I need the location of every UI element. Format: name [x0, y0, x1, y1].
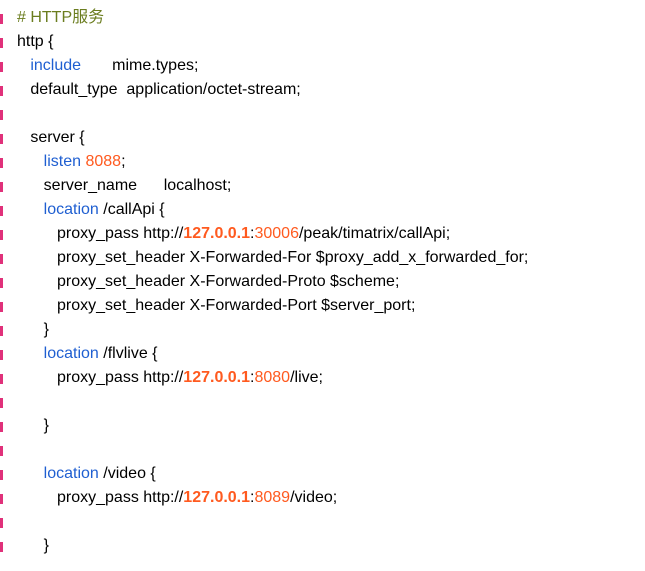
code-line: server { [17, 126, 528, 150]
gutter-marker [0, 542, 3, 552]
gutter-marker [0, 230, 3, 240]
code-line: http { [17, 30, 528, 54]
code-line: location /video { [17, 462, 528, 486]
code-token: listen [43, 153, 82, 170]
code-line: include mime.types; [17, 54, 528, 78]
line-gutter [0, 0, 4, 571]
code-token: 8088 [85, 153, 122, 170]
gutter-marker [0, 110, 3, 120]
gutter-marker [0, 422, 3, 432]
code-line: # HTTP服务 [17, 6, 528, 30]
code-token: proxy_set_header X-Forwarded-Proto $sche… [17, 273, 400, 290]
code-token: /video { [98, 465, 156, 482]
code-token: mime.types; [81, 57, 199, 74]
code-token: server_name localhost; [17, 177, 232, 194]
code-line: proxy_set_header X-Forwarded-For $proxy_… [17, 246, 528, 270]
code-token: # HTTP服务 [17, 9, 105, 26]
code-token: default_type application/octet-stream; [17, 81, 301, 98]
code-line: proxy_pass http://127.0.0.1:30006/peak/t… [17, 222, 528, 246]
code-line: location /callApi { [17, 198, 528, 222]
gutter-marker [0, 38, 3, 48]
code-token: /live; [290, 369, 323, 386]
code-token: 8080 [254, 369, 291, 386]
code-line: } [17, 318, 528, 342]
code-line: proxy_set_header X-Forwarded-Proto $sche… [17, 270, 528, 294]
gutter-marker [0, 62, 3, 72]
code-content[interactable]: # HTTP服务 http { include mime.types; defau… [17, 6, 528, 558]
code-token: proxy_pass http:// [17, 489, 184, 506]
gutter-marker [0, 518, 3, 528]
gutter-marker [0, 374, 3, 384]
code-token: include [30, 57, 82, 74]
code-token: location [43, 465, 99, 482]
code-token: } [17, 537, 50, 554]
code-token: proxy_set_header X-Forwarded-Port $serve… [17, 297, 416, 314]
code-token: proxy_pass http:// [17, 369, 184, 386]
gutter-marker [0, 158, 3, 168]
code-token: server { [17, 129, 85, 146]
gutter-marker [0, 326, 3, 336]
code-token: } [17, 417, 50, 434]
code-line: proxy_pass http://127.0.0.1:8089/video; [17, 486, 528, 510]
code-token: http { [17, 33, 54, 50]
gutter-marker [0, 446, 3, 456]
gutter-marker [0, 134, 3, 144]
gutter-marker [0, 470, 3, 480]
code-token: proxy_pass http:// [17, 225, 184, 242]
code-token: location [43, 345, 99, 362]
code-line: proxy_pass http://127.0.0.1:8080/live; [17, 366, 528, 390]
code-line: } [17, 534, 528, 558]
code-token: 30006 [254, 225, 299, 242]
code-token: /video; [290, 489, 338, 506]
code-token: ; [121, 153, 126, 170]
gutter-marker [0, 302, 3, 312]
code-token: } [17, 321, 50, 338]
code-line: } [17, 414, 528, 438]
gutter-marker [0, 182, 3, 192]
code-token: 127.0.0.1 [183, 369, 251, 386]
code-token: /flvlive { [98, 345, 158, 362]
code-token: 8089 [254, 489, 291, 506]
gutter-marker [0, 86, 3, 96]
code-token: 127.0.0.1 [183, 489, 251, 506]
code-token: location [43, 201, 99, 218]
code-line: proxy_set_header X-Forwarded-Port $serve… [17, 294, 528, 318]
code-line: listen 8088; [17, 150, 528, 174]
code-line: location /flvlive { [17, 342, 528, 366]
code-token: /peak/timatrix/callApi; [298, 225, 451, 242]
gutter-marker [0, 494, 3, 504]
code-token: 127.0.0.1 [183, 225, 251, 242]
code-line: server_name localhost; [17, 174, 528, 198]
code-token: proxy_set_header X-Forwarded-For $proxy_… [17, 249, 529, 266]
code-line: default_type application/octet-stream; [17, 78, 528, 102]
gutter-marker [0, 398, 3, 408]
gutter-marker [0, 14, 3, 24]
code-token: /callApi { [98, 201, 165, 218]
gutter-marker [0, 206, 3, 216]
gutter-marker [0, 278, 3, 288]
gutter-marker [0, 350, 3, 360]
code-editor[interactable]: # HTTP服务 http { include mime.types; defau… [0, 0, 645, 571]
gutter-marker [0, 254, 3, 264]
